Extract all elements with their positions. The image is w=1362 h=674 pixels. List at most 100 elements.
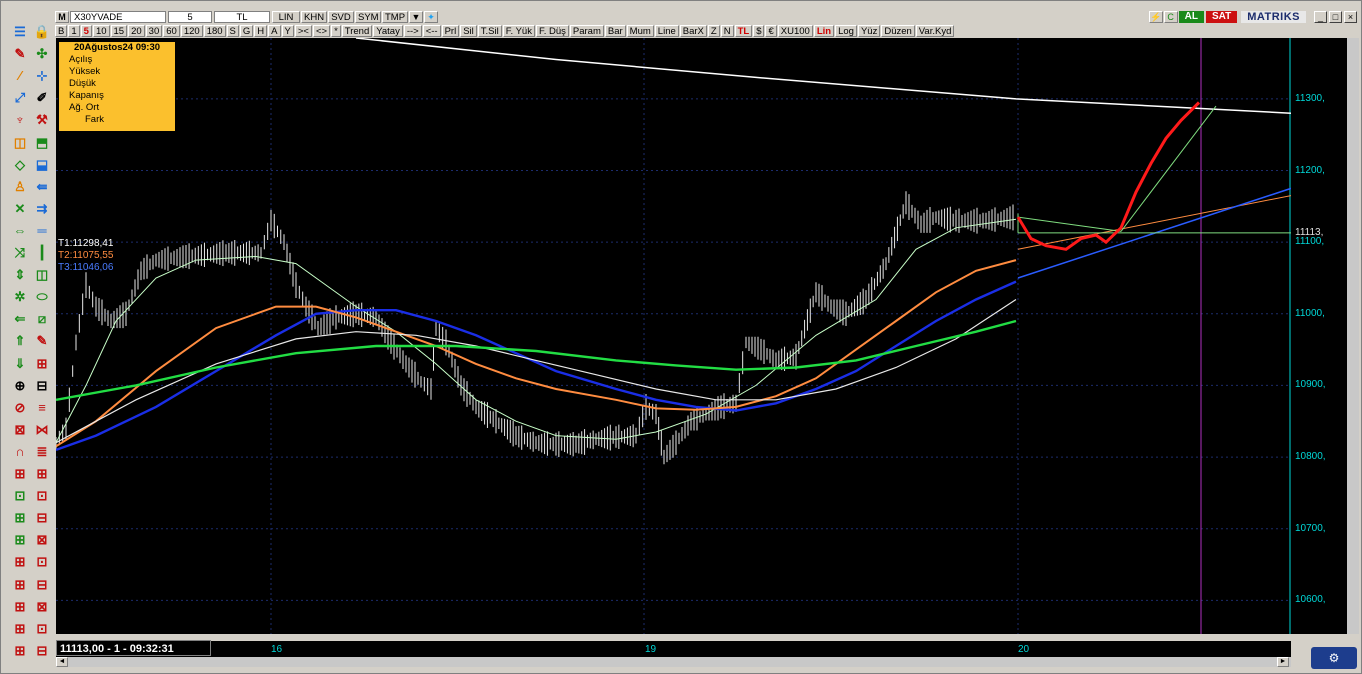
toolbar-btn-38[interactable]: Lin — [813, 24, 835, 37]
toolbar-btn-18[interactable]: Trend — [341, 24, 373, 37]
toolbar-btn-41[interactable]: Düzen — [881, 24, 915, 37]
lightning-icon[interactable]: ⚡ — [1148, 11, 1163, 23]
grid18-icon[interactable]: ⊞ — [11, 620, 29, 638]
stop-icon[interactable]: ⊘ — [11, 399, 29, 417]
toolbar-btn-sym[interactable]: SYM — [355, 11, 381, 23]
arrows-left-icon[interactable]: ⇚ — [33, 178, 51, 196]
pawn-icon[interactable]: ♙ — [11, 178, 29, 196]
lock-icon[interactable]: 🔒 — [33, 23, 51, 41]
toolbar-btn-33[interactable]: N — [720, 24, 734, 37]
price-chart[interactable] — [56, 38, 1291, 634]
minimize-icon[interactable]: _ — [1314, 11, 1327, 23]
trident-icon[interactable]: ♆ — [11, 111, 29, 129]
toolbar-btn-28[interactable]: Bar — [604, 24, 626, 37]
currency-field[interactable]: TL — [214, 11, 270, 23]
grid21-icon[interactable]: ⊟ — [33, 642, 51, 660]
tools-icon[interactable]: ⚒ — [33, 111, 51, 129]
pen2-icon[interactable]: ✎ — [33, 332, 51, 350]
horizontal-scrollbar[interactable] — [56, 657, 1291, 667]
grid5-icon[interactable]: ⊞ — [33, 465, 51, 483]
grid8-icon[interactable]: ⊞ — [11, 509, 29, 527]
grid12-icon[interactable]: ⊞ — [11, 553, 29, 571]
toolbar-btn-svd[interactable]: SVD — [328, 11, 354, 23]
symbol-field[interactable]: X30YVADE — [70, 11, 166, 23]
scroll-right-icon[interactable]: ► — [1277, 657, 1289, 667]
toolbar-btn-25[interactable]: F. Yük — [502, 24, 535, 37]
menu-icon[interactable]: ☰ — [11, 23, 29, 41]
toolbar-btn-22[interactable]: Prl — [441, 24, 460, 37]
toolbar-btn-17[interactable]: * — [331, 24, 341, 37]
grid20-icon[interactable]: ⊞ — [11, 642, 29, 660]
toolbar-btn-11[interactable]: G — [239, 24, 254, 37]
toolbar-btn-khn[interactable]: KHN — [301, 11, 327, 23]
refresh-icon[interactable]: C — [1163, 11, 1178, 23]
scroll-left-icon[interactable]: ◄ — [56, 657, 68, 667]
arrow-up-icon[interactable]: ⇑ — [11, 332, 29, 350]
grid6-icon[interactable]: ⊡ — [11, 487, 29, 505]
pen-icon[interactable]: ✎ — [11, 45, 29, 63]
close-icon[interactable]: ✕ — [11, 200, 29, 218]
twitter-icon[interactable]: ✦ — [424, 11, 438, 23]
bowtie-icon[interactable]: ⋈ — [33, 421, 51, 439]
zoom-in-icon[interactable]: ⊕ — [11, 377, 29, 395]
scale-button[interactable]: LIN — [272, 11, 300, 23]
toolbar-btn-23[interactable]: Sil — [460, 24, 477, 37]
grid17-icon[interactable]: ⊠ — [33, 598, 51, 616]
toolbar-btn-10[interactable]: S — [226, 24, 239, 37]
grid4-icon[interactable]: ⊞ — [11, 465, 29, 483]
toolbar-btn-40[interactable]: Yüz — [857, 24, 881, 37]
toolbar-btn-14[interactable]: Y — [281, 24, 294, 37]
grid16-icon[interactable]: ⊞ — [11, 598, 29, 616]
toolbar-btn-2[interactable]: 5 — [80, 24, 92, 37]
toolbar-btn-37[interactable]: XU100 — [777, 24, 813, 37]
vertical-scrollbar[interactable] — [1347, 38, 1359, 634]
lines-icon[interactable]: ≡ — [33, 399, 51, 417]
maximize-icon[interactable]: □ — [1329, 11, 1342, 23]
box2-icon[interactable]: ⬒ — [33, 134, 51, 152]
toolbar-btn-26[interactable]: F. Düş — [535, 24, 569, 37]
toolbar-btn-29[interactable]: Mum — [626, 24, 654, 37]
box3-icon[interactable]: ⬓ — [33, 156, 51, 174]
dropdown-arrow-icon[interactable]: ▼ — [409, 11, 423, 23]
magnet-icon[interactable]: ∩ — [11, 443, 29, 461]
star-icon[interactable]: ✲ — [11, 288, 29, 306]
toolbar-btn-27[interactable]: Param — [569, 24, 604, 37]
grid11-icon[interactable]: ⊠ — [33, 531, 51, 549]
arrows-h-icon[interactable]: ⇔ — [11, 222, 29, 240]
arrows-right-icon[interactable]: ⇉ — [33, 200, 51, 218]
grid3-icon[interactable]: ⊠ — [11, 421, 29, 439]
zoom-out-icon[interactable]: ⊟ — [33, 377, 51, 395]
toolbar-btn-31[interactable]: BarX — [679, 24, 707, 37]
ellipse-icon[interactable]: ⬭ — [33, 288, 51, 306]
close-icon[interactable]: × — [1344, 11, 1357, 23]
bar-icon[interactable]: ┃ — [33, 244, 51, 262]
grid19-icon[interactable]: ⊡ — [33, 620, 51, 638]
box-icon[interactable]: ◫ — [11, 134, 29, 152]
toolbar-btn-35[interactable]: $ — [753, 24, 765, 37]
toolbar-btn-tmp[interactable]: TMP — [382, 11, 408, 23]
toolbar-btn-42[interactable]: Var.Kyd — [915, 24, 955, 37]
toolbar-btn-3[interactable]: 10 — [92, 24, 110, 37]
toolbar-btn-34[interactable]: TL — [734, 24, 753, 37]
grid10-icon[interactable]: ⊞ — [11, 531, 29, 549]
grid7-icon[interactable]: ⊡ — [33, 487, 51, 505]
arrows-v-icon[interactable]: ⇕ — [11, 266, 29, 284]
toolbar-btn-9[interactable]: 180 — [203, 24, 226, 37]
toolbar-btn-19[interactable]: Yatay — [373, 24, 403, 37]
edit-icon[interactable]: ✐ — [33, 89, 51, 107]
toolbar-btn-1[interactable]: 1 — [68, 24, 80, 37]
toolbar-btn-0[interactable]: B — [55, 24, 68, 37]
sell-button[interactable]: SAT — [1205, 11, 1238, 23]
toolbar-btn-13[interactable]: A — [268, 24, 281, 37]
arrows-d-icon[interactable]: ⤨ — [11, 244, 29, 262]
toolbar-btn-5[interactable]: 20 — [128, 24, 145, 37]
toolbar-btn-4[interactable]: 15 — [110, 24, 128, 37]
arrow-down-icon[interactable]: ⇓ — [11, 355, 29, 373]
toolbar-btn-39[interactable]: Log — [835, 24, 857, 37]
equal-icon[interactable]: ═ — [33, 222, 51, 240]
toolbar-btn-15[interactable]: >< — [294, 24, 312, 37]
grid14-icon[interactable]: ⊞ — [11, 576, 29, 594]
cross-icon[interactable]: ✣ — [33, 45, 51, 63]
crosshair-icon[interactable]: ⊹ — [33, 67, 51, 85]
buy-button[interactable]: AL — [1178, 11, 1204, 23]
